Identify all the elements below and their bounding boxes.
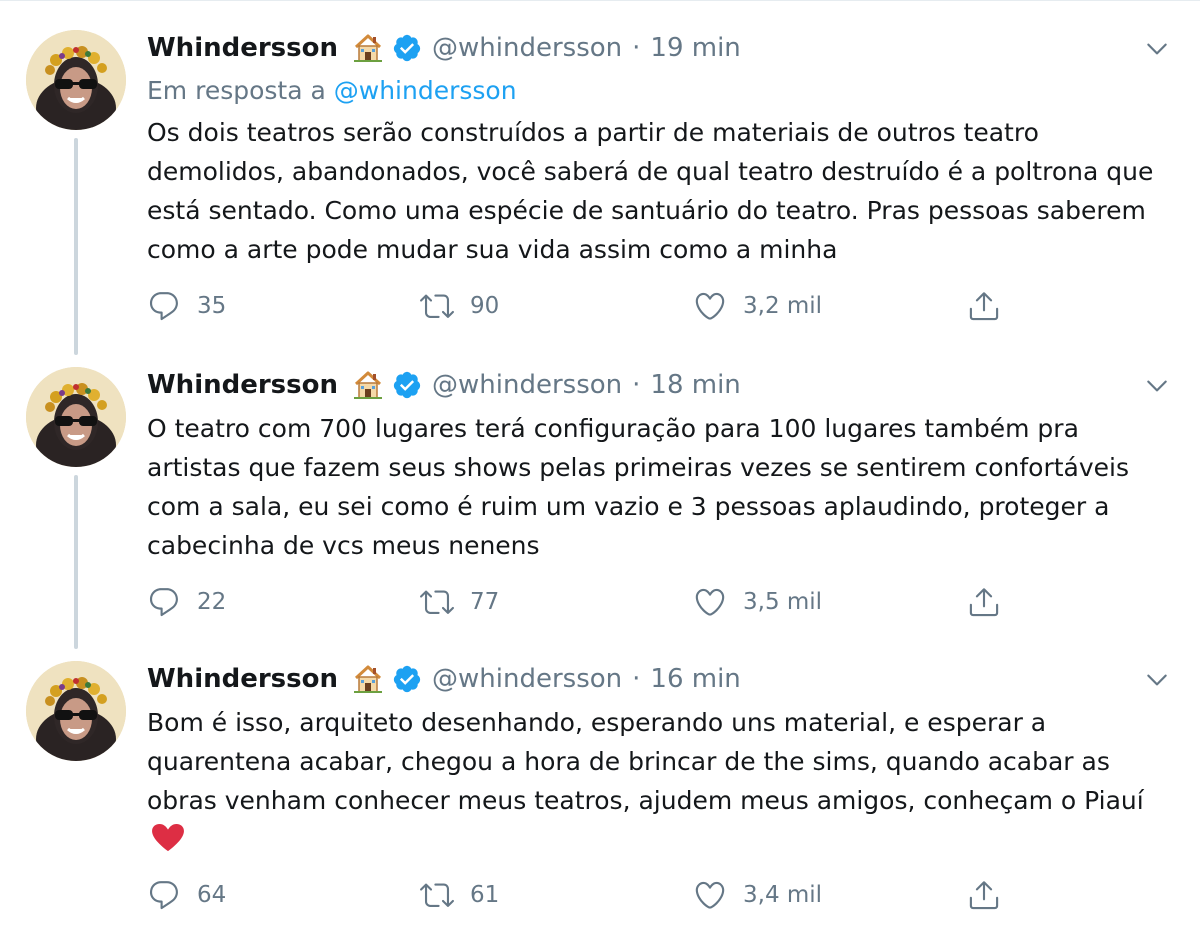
like-button[interactable]: 3,2 mil bbox=[693, 288, 822, 324]
retweet-button[interactable]: 61 bbox=[420, 877, 499, 913]
reply-icon bbox=[147, 585, 181, 619]
tweet-text-content: Bom é isso, arquiteto desenhando, espera… bbox=[147, 708, 1144, 815]
retweet-icon bbox=[420, 289, 454, 323]
house-emoji-icon bbox=[352, 369, 384, 401]
share-button[interactable] bbox=[967, 584, 1001, 620]
reply-icon bbox=[147, 878, 181, 912]
retweet-icon bbox=[420, 878, 454, 912]
timestamp[interactable]: 19 min bbox=[650, 30, 740, 66]
like-count: 3,5 mil bbox=[743, 589, 823, 615]
author-name[interactable]: Whindersson bbox=[147, 661, 338, 697]
reply-button[interactable]: 35 bbox=[147, 288, 226, 324]
separator-dot: · bbox=[632, 370, 641, 400]
verified-badge-icon bbox=[392, 664, 422, 694]
reply-count: 35 bbox=[197, 293, 227, 319]
tweet-header: Whindersson @whindersson · 19 min bbox=[147, 30, 741, 66]
author-handle[interactable]: @whindersson bbox=[432, 30, 622, 66]
share-button[interactable] bbox=[967, 288, 1001, 324]
reply-count: 22 bbox=[197, 589, 227, 615]
heart-icon bbox=[693, 878, 727, 912]
author-handle[interactable]: @whindersson bbox=[432, 367, 622, 403]
retweet-button[interactable]: 77 bbox=[420, 584, 499, 620]
tweet-actions: 35 90 3,2 mil bbox=[147, 288, 1047, 324]
separator-dot: · bbox=[632, 33, 641, 63]
red-heart-emoji-icon bbox=[151, 823, 185, 853]
thread-line bbox=[74, 138, 78, 355]
reply-mention-link[interactable]: @whindersson bbox=[334, 76, 517, 105]
tweet-actions: 64 61 3,4 mil bbox=[147, 877, 1047, 913]
house-emoji-icon bbox=[352, 32, 384, 64]
tweet-header: Whindersson @whindersson · 16 min bbox=[147, 661, 741, 697]
reply-prefix: Em resposta a bbox=[147, 76, 326, 105]
reply-button[interactable]: 64 bbox=[147, 877, 226, 913]
author-handle[interactable]: @whindersson bbox=[432, 661, 622, 697]
separator-dot: · bbox=[632, 664, 641, 694]
retweet-count: 61 bbox=[470, 882, 500, 908]
chevron-down-icon[interactable] bbox=[1144, 667, 1170, 693]
avatar[interactable] bbox=[26, 661, 126, 761]
like-count: 3,4 mil bbox=[743, 882, 823, 908]
verified-badge-icon bbox=[392, 33, 422, 63]
reply-button[interactable]: 22 bbox=[147, 584, 226, 620]
retweet-icon bbox=[420, 585, 454, 619]
timestamp[interactable]: 16 min bbox=[650, 661, 740, 697]
retweet-button[interactable]: 90 bbox=[420, 288, 499, 324]
retweet-count: 90 bbox=[470, 293, 500, 319]
heart-icon bbox=[693, 585, 727, 619]
tweet-text: Os dois teatros serão construídos a part… bbox=[147, 118, 1154, 264]
verified-badge-icon bbox=[392, 370, 422, 400]
author-name[interactable]: Whindersson bbox=[147, 30, 338, 66]
share-icon bbox=[967, 585, 1001, 619]
share-icon bbox=[967, 878, 1001, 912]
top-border bbox=[0, 0, 1200, 1]
tweet-text: O teatro com 700 lugares terá configuraç… bbox=[147, 414, 1130, 560]
house-emoji-icon bbox=[352, 663, 384, 695]
author-name[interactable]: Whindersson bbox=[147, 367, 338, 403]
share-icon bbox=[967, 289, 1001, 323]
tweet-actions: 22 77 3,5 mil bbox=[147, 584, 1047, 620]
like-button[interactable]: 3,4 mil bbox=[693, 877, 822, 913]
retweet-count: 77 bbox=[470, 589, 500, 615]
heart-icon bbox=[693, 289, 727, 323]
chevron-down-icon[interactable] bbox=[1144, 373, 1170, 399]
reply-icon bbox=[147, 289, 181, 323]
chevron-down-icon[interactable] bbox=[1144, 36, 1170, 62]
tweet-text: Bom é isso, arquiteto desenhando, espera… bbox=[147, 703, 1177, 859]
timestamp[interactable]: 18 min bbox=[650, 367, 740, 403]
avatar[interactable] bbox=[26, 30, 126, 130]
thread-line bbox=[74, 475, 78, 649]
reply-context: Em resposta a @whindersson bbox=[147, 73, 517, 109]
share-button[interactable] bbox=[967, 877, 1001, 913]
avatar[interactable] bbox=[26, 367, 126, 467]
like-button[interactable]: 3,5 mil bbox=[693, 584, 822, 620]
like-count: 3,2 mil bbox=[743, 293, 823, 319]
reply-count: 64 bbox=[197, 882, 227, 908]
tweet-header: Whindersson @whindersson · 18 min bbox=[147, 367, 741, 403]
